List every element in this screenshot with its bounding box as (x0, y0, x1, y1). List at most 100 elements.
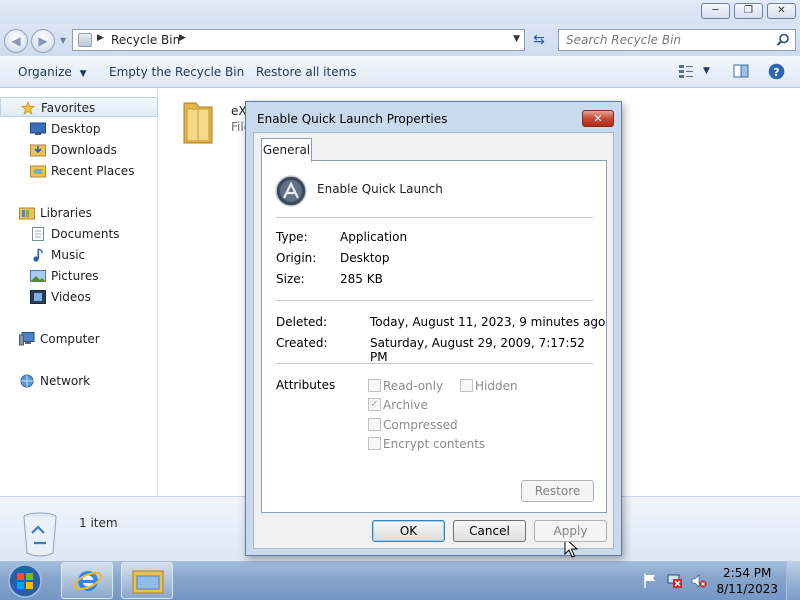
help-icon[interactable]: ? (768, 63, 785, 80)
cancel-button[interactable]: Cancel (453, 520, 526, 542)
hidden-checkbox[interactable] (460, 379, 473, 392)
show-desktop-button[interactable] (786, 561, 800, 600)
internet-explorer-icon (74, 571, 102, 591)
created-label: Created: (276, 336, 328, 350)
origin-label: Origin: (276, 251, 317, 265)
readonly-label: Read-only (383, 379, 444, 393)
search-icon[interactable] (776, 33, 790, 47)
apply-button[interactable]: Apply (534, 520, 607, 542)
taskbar: 2:54 PM 8/11/2023 (0, 560, 800, 600)
sidebar-item-favorites[interactable]: Favorites (0, 97, 158, 117)
maximize-button[interactable]: ❐ (734, 3, 763, 19)
sidebar-item-recent-places[interactable]: Recent Places (0, 161, 158, 181)
hidden-label: Hidden (475, 379, 518, 393)
sidebar-item-label: Videos (51, 290, 91, 304)
close-icon: ✕ (593, 112, 603, 125)
sidebar-item-documents[interactable]: Documents (0, 224, 158, 244)
start-button[interactable] (5, 562, 45, 600)
sidebar-item-network[interactable]: Network (0, 371, 158, 391)
separator (276, 300, 593, 301)
size-value: 285 KB (340, 272, 383, 286)
change-view-icon[interactable] (678, 63, 694, 79)
clock-date: 8/11/2023 (716, 582, 778, 596)
network-status-icon[interactable] (667, 573, 683, 589)
restore-button[interactable]: Restore (521, 480, 594, 502)
sidebar-item-label: Pictures (51, 269, 99, 283)
sidebar-item-downloads[interactable]: Downloads (0, 140, 158, 160)
address-bar[interactable]: ▶ Recycle Bin ▶ ▼ (72, 29, 525, 51)
breadcrumb-arrow-icon[interactable]: ▶ (97, 33, 104, 43)
created-value: Saturday, August 29, 2009, 7:17:52 PM (370, 336, 585, 364)
encrypt-checkbox[interactable] (368, 437, 381, 450)
breadcrumb-recycle-bin[interactable]: Recycle Bin (111, 33, 180, 47)
separator (276, 363, 593, 364)
action-center-flag-icon[interactable] (642, 573, 658, 589)
recycle-bin-icon (23, 512, 57, 557)
compressed-label: Compressed (383, 418, 458, 432)
tab-general[interactable]: General (261, 138, 312, 162)
breadcrumb-arrow-icon[interactable]: ▶ (179, 33, 186, 43)
volume-muted-icon[interactable] (691, 573, 707, 589)
search-box[interactable] (558, 29, 796, 51)
libraries-icon (19, 207, 35, 220)
chevron-down-icon: ▼ (79, 69, 87, 79)
music-icon (33, 248, 43, 262)
organize-button[interactable]: Organize ▼ (18, 65, 87, 79)
star-icon (20, 101, 36, 115)
preview-pane-icon[interactable] (733, 63, 749, 79)
sidebar-item-computer[interactable]: Computer (0, 329, 158, 349)
empty-recycle-bin-button[interactable]: Empty the Recycle Bin (109, 65, 244, 79)
windows-explorer-icon (132, 570, 164, 594)
sidebar-item-libraries[interactable]: Libraries (0, 203, 158, 223)
desktop-icon (30, 122, 46, 135)
archive-label: Archive (383, 398, 428, 412)
sidebar-item-label: Recent Places (51, 164, 135, 178)
restore-all-items-button[interactable]: Restore all items (256, 65, 357, 79)
refresh-icon: ⇆ (533, 32, 545, 48)
dialog-title: Enable Quick Launch Properties (257, 112, 448, 126)
app-name: Enable Quick Launch (317, 182, 443, 196)
refresh-button[interactable]: ⇆ (528, 29, 550, 51)
minimize-button[interactable]: ─ (701, 3, 730, 19)
taskbar-windows-explorer[interactable] (121, 562, 173, 599)
archive-checkbox[interactable]: ✓ (368, 398, 381, 411)
documents-icon (32, 227, 44, 241)
sidebar-item-label: Network (40, 374, 91, 388)
network-icon (20, 374, 34, 388)
taskbar-internet-explorer[interactable] (61, 562, 113, 599)
compressed-checkbox[interactable] (368, 418, 381, 431)
pictures-icon (30, 270, 46, 282)
sidebar-item-label: Favorites (41, 101, 96, 115)
downloads-folder-icon (30, 144, 46, 157)
deleted-value: Today, August 11, 2023, 9 minutes ago (370, 315, 606, 329)
ok-button[interactable]: OK (372, 520, 445, 542)
folder-icon[interactable] (181, 97, 215, 145)
type-label: Type: (276, 230, 308, 244)
sidebar-item-music[interactable]: Music (0, 245, 158, 265)
close-window-button[interactable]: ✕ (767, 3, 796, 19)
system-clock[interactable]: 2:54 PM 8/11/2023 (716, 565, 778, 597)
explorer-titlebar: ─ ❐ ✕ (0, 0, 800, 24)
dialog-close-button[interactable]: ✕ (582, 110, 614, 127)
readonly-checkbox[interactable] (368, 379, 381, 392)
back-button[interactable]: ◀ (4, 29, 28, 53)
forward-button[interactable]: ▶ (31, 29, 55, 53)
forward-arrow-icon: ▶ (38, 34, 48, 48)
sidebar-item-pictures[interactable]: Pictures (0, 266, 158, 286)
clock-time: 2:54 PM (723, 566, 772, 580)
view-options-dropdown[interactable]: ▼ (703, 66, 710, 76)
deleted-label: Deleted: (276, 315, 328, 329)
sidebar-item-desktop[interactable]: Desktop (0, 119, 158, 139)
sidebar-item-label: Music (51, 248, 86, 262)
recent-pages-dropdown[interactable]: ▼ (60, 36, 66, 45)
address-history-dropdown[interactable]: ▼ (513, 34, 520, 44)
sidebar-item-videos[interactable]: Videos (0, 287, 158, 307)
type-value: Application (340, 230, 408, 244)
separator (276, 217, 593, 218)
search-input[interactable] (559, 30, 769, 50)
sidebar-item-label: Downloads (51, 143, 117, 157)
sidebar-item-label: Desktop (51, 122, 101, 136)
recycle-bin-small-icon (78, 33, 92, 47)
command-toolbar: Organize ▼ Empty the Recycle Bin Restore… (0, 56, 800, 88)
svg-text:?: ? (773, 66, 779, 79)
